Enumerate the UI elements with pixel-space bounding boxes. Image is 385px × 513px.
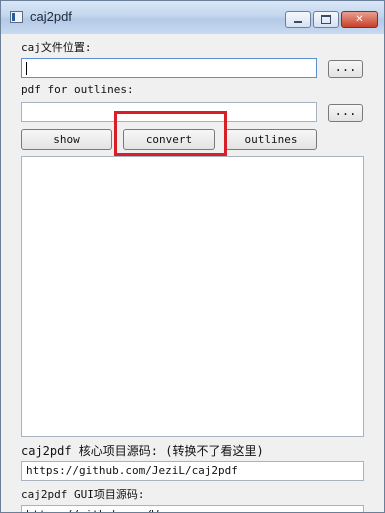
gui-source-url-field[interactable]: https://github.com/Wan... bbox=[21, 505, 364, 512]
text-caret bbox=[26, 62, 27, 75]
convert-highlight-box bbox=[114, 111, 227, 156]
maximize-button[interactable] bbox=[313, 11, 339, 28]
maximize-icon bbox=[321, 15, 331, 24]
app-window: caj2pdf ✕ caj文件位置: ... pdf for outlines:… bbox=[0, 0, 385, 513]
close-icon: ✕ bbox=[355, 14, 364, 25]
show-button[interactable]: show bbox=[21, 129, 112, 150]
close-button[interactable]: ✕ bbox=[341, 11, 378, 28]
outline-browse-button[interactable]: ... bbox=[328, 104, 363, 122]
gui-source-label: caj2pdf GUI项目源码: bbox=[21, 488, 145, 501]
core-source-label: caj2pdf 核心项目源码: (转换不了看这里) bbox=[21, 444, 264, 458]
minimize-button[interactable] bbox=[285, 11, 311, 28]
output-text-area[interactable] bbox=[21, 156, 364, 437]
caj-browse-button[interactable]: ... bbox=[328, 60, 363, 78]
outlines-button[interactable]: outlines bbox=[225, 129, 317, 150]
caj-path-label: caj文件位置: bbox=[21, 41, 92, 54]
app-icon bbox=[10, 11, 23, 23]
core-source-url-field[interactable]: https://github.com/JeziL/caj2pdf bbox=[21, 461, 364, 481]
title-bar[interactable]: caj2pdf ✕ bbox=[1, 1, 384, 34]
outline-pdf-label: pdf for outlines: bbox=[21, 83, 134, 96]
window-title: caj2pdf bbox=[30, 9, 72, 24]
caj-path-input[interactable] bbox=[21, 58, 317, 78]
minimize-icon bbox=[294, 21, 302, 23]
